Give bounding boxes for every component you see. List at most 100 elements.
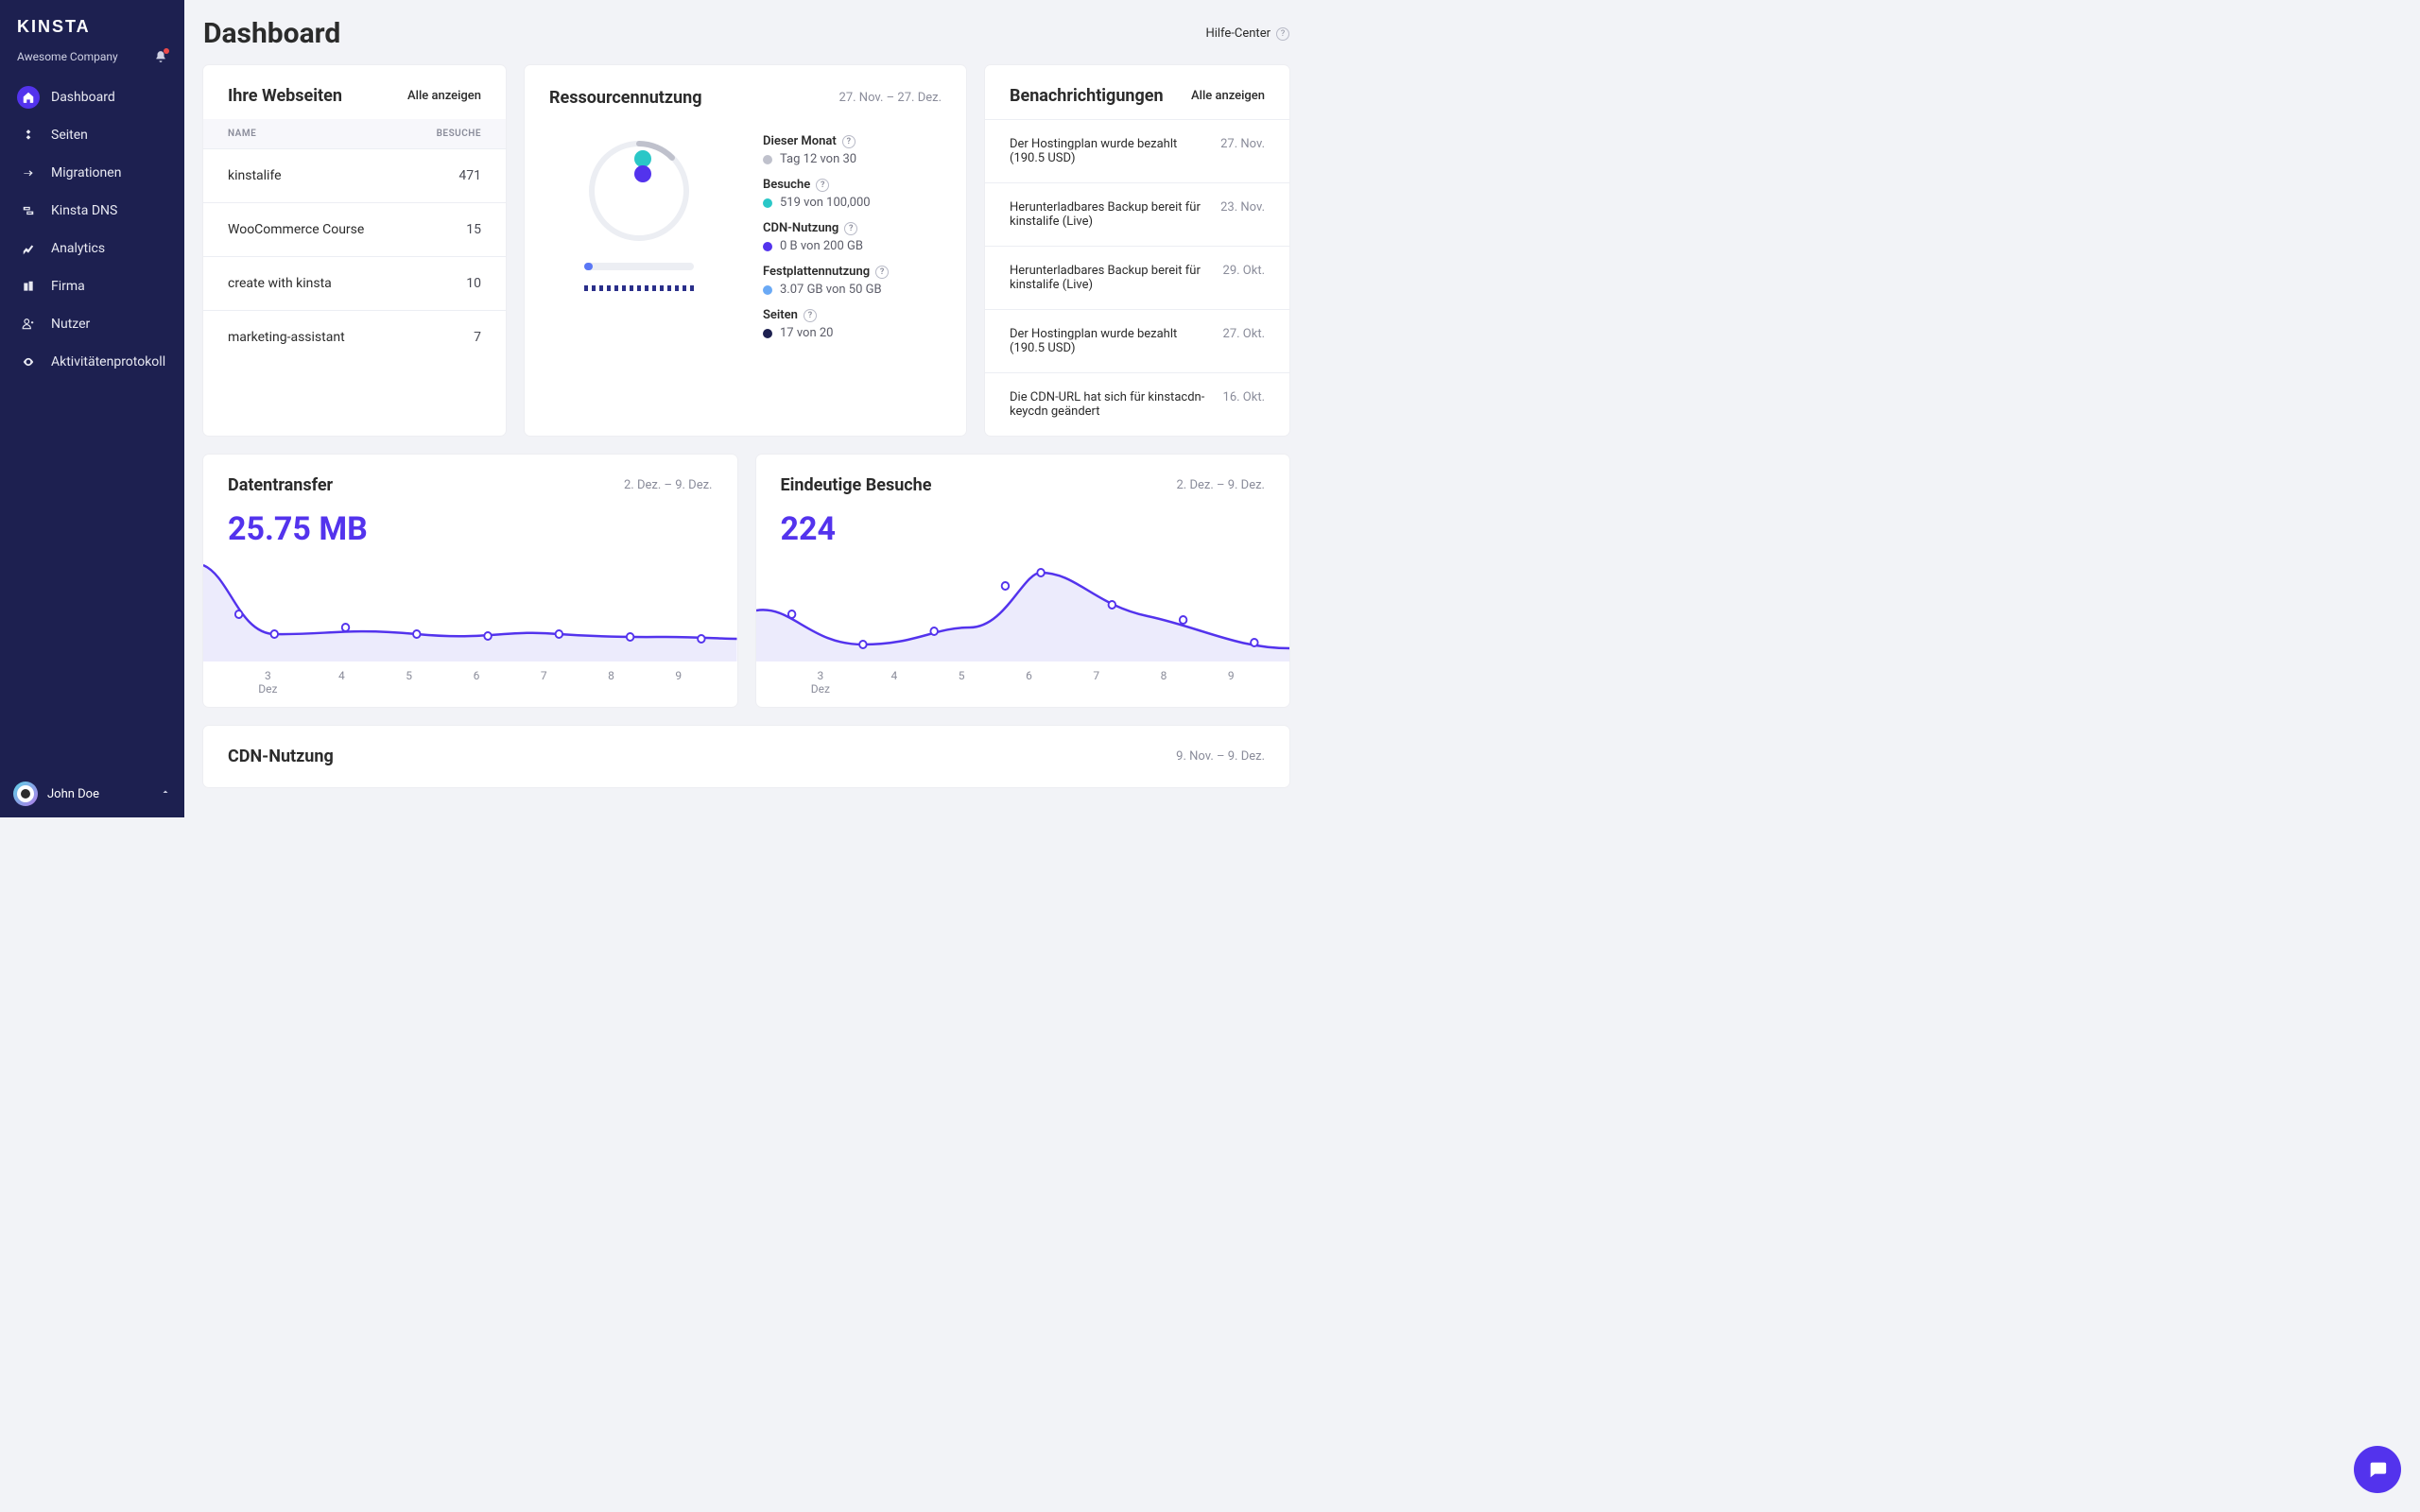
nav-label: Dashboard bbox=[51, 90, 115, 105]
table-row[interactable]: WooCommerce Course 15 bbox=[203, 202, 506, 256]
notif-text: Der Hostingplan wurde bezahlt (190.5 USD… bbox=[1010, 137, 1205, 165]
res-value: Tag 12 von 30 bbox=[780, 152, 856, 166]
nav-label: Nutzer bbox=[51, 317, 90, 332]
company-icon bbox=[17, 275, 40, 298]
site-visits: 10 bbox=[466, 276, 481, 291]
nav-seiten[interactable]: Seiten bbox=[8, 116, 177, 154]
res-label: Besuche bbox=[763, 178, 810, 192]
notification-dot bbox=[164, 48, 169, 54]
nav-firma[interactable]: Firma bbox=[8, 267, 177, 305]
cdn-range: 9. Nov. – 9. Dez. bbox=[1176, 749, 1265, 764]
transfer-xaxis: 3Dez 4 5 6 7 8 9 bbox=[228, 662, 713, 696]
avatar bbox=[13, 782, 38, 806]
question-icon[interactable]: ? bbox=[804, 309, 817, 322]
resources-range: 27. Nov. – 27. Dez. bbox=[839, 91, 942, 105]
site-visits: 7 bbox=[474, 330, 481, 345]
analytics-icon bbox=[17, 237, 40, 260]
site-name: create with kinsta bbox=[228, 276, 332, 291]
page-title: Dashboard bbox=[203, 17, 340, 50]
res-label: Seiten bbox=[763, 308, 798, 322]
transfer-value: 25.75 MB bbox=[228, 510, 713, 548]
nav-aktivitaet[interactable]: Aktivitätenprotokoll bbox=[8, 343, 177, 381]
question-icon[interactable]: ? bbox=[816, 179, 829, 192]
home-icon bbox=[17, 86, 40, 109]
nav-migrationen[interactable]: Migrationen bbox=[8, 154, 177, 192]
notif-date: 23. Nov. bbox=[1220, 200, 1265, 229]
swatch bbox=[763, 329, 772, 338]
company-name[interactable]: Awesome Company bbox=[17, 50, 118, 63]
notification-item[interactable]: Herunterladbares Backup bereit für kinst… bbox=[985, 182, 1289, 246]
notif-date: 27. Okt. bbox=[1223, 327, 1265, 355]
unique-value: 224 bbox=[781, 510, 1266, 548]
resources-card: Ressourcennutzung 27. Nov. – 27. Dez. bbox=[525, 65, 966, 436]
nav: Dashboard Seiten Migrationen Kinsta DNS … bbox=[0, 78, 184, 381]
sites-icon bbox=[17, 124, 40, 146]
unique-sparkline bbox=[756, 548, 1290, 662]
users-icon bbox=[17, 313, 40, 335]
notifications-card: Benachrichtigungen Alle anzeigen Der Hos… bbox=[985, 65, 1289, 436]
notification-item[interactable]: Der Hostingplan wurde bezahlt (190.5 USD… bbox=[985, 119, 1289, 182]
res-value: 17 von 20 bbox=[780, 326, 833, 340]
site-visits: 15 bbox=[466, 222, 481, 237]
cdn-title: CDN-Nutzung bbox=[228, 747, 334, 766]
chat-launcher[interactable] bbox=[2354, 1446, 2401, 1493]
nav-label: Analytics bbox=[51, 241, 105, 256]
user-name: John Doe bbox=[47, 787, 99, 801]
question-icon[interactable]: ? bbox=[844, 222, 857, 235]
notification-item[interactable]: Die CDN-URL hat sich für kinstacdn-keycd… bbox=[985, 372, 1289, 436]
notification-item[interactable]: Herunterladbares Backup bereit für kinst… bbox=[985, 246, 1289, 309]
nav-label: Aktivitätenprotokoll bbox=[51, 354, 165, 369]
unique-xaxis: 3Dez 4 5 6 7 8 9 bbox=[781, 662, 1266, 696]
notification-item[interactable]: Der Hostingplan wurde bezahlt (190.5 USD… bbox=[985, 309, 1289, 372]
migrations-icon bbox=[17, 162, 40, 184]
unique-range: 2. Dez. – 9. Dez. bbox=[1176, 478, 1265, 492]
nav-dashboard[interactable]: Dashboard bbox=[8, 78, 177, 116]
transfer-range: 2. Dez. – 9. Dez. bbox=[624, 478, 713, 492]
notif-text: Herunterladbares Backup bereit für kinst… bbox=[1010, 200, 1205, 229]
dns-icon bbox=[17, 199, 40, 222]
disk-bar bbox=[584, 263, 694, 270]
notif-date: 27. Nov. bbox=[1220, 137, 1265, 165]
activity-icon bbox=[17, 351, 40, 373]
sites-show-all[interactable]: Alle anzeigen bbox=[407, 89, 481, 103]
notif-text: Die CDN-URL hat sich für kinstacdn-keycd… bbox=[1010, 390, 1208, 419]
transfer-card: Datentransfer 2. Dez. – 9. Dez. 25.75 MB… bbox=[203, 455, 737, 707]
res-value: 0 B von 200 GB bbox=[780, 239, 863, 253]
question-icon[interactable]: ? bbox=[875, 266, 889, 279]
swatch bbox=[763, 242, 772, 251]
nav-label: Seiten bbox=[51, 128, 88, 143]
notifications-show-all[interactable]: Alle anzeigen bbox=[1191, 89, 1265, 103]
sidebar: KINSTA Awesome Company Dashboard Seiten … bbox=[0, 0, 184, 817]
table-row[interactable]: create with kinsta 10 bbox=[203, 256, 506, 310]
notif-text: Herunterladbares Backup bereit für kinst… bbox=[1010, 264, 1208, 292]
chat-icon bbox=[2367, 1459, 2388, 1480]
brand-text: KINSTA bbox=[17, 17, 91, 36]
res-label: Festplattennutzung bbox=[763, 265, 870, 279]
sites-card: Ihre Webseiten Alle anzeigen NAME BESUCH… bbox=[203, 65, 506, 436]
notifications-title: Benachrichtigungen bbox=[1010, 86, 1164, 106]
help-center-label: Hilfe-Center bbox=[1205, 26, 1270, 41]
question-icon[interactable]: ? bbox=[842, 135, 856, 148]
user-menu[interactable]: John Doe bbox=[0, 770, 184, 817]
notifications-bell-icon[interactable] bbox=[154, 50, 167, 63]
swatch bbox=[763, 198, 772, 208]
brand-logo: KINSTA bbox=[0, 0, 184, 44]
nav-analytics[interactable]: Analytics bbox=[8, 230, 177, 267]
res-value: 519 von 100,000 bbox=[780, 196, 871, 210]
chevron-up-icon bbox=[160, 786, 171, 801]
res-label: Dieser Monat bbox=[763, 134, 837, 148]
sites-title: Ihre Webseiten bbox=[228, 86, 342, 106]
notif-date: 29. Okt. bbox=[1223, 264, 1265, 292]
res-label: CDN-Nutzung bbox=[763, 221, 838, 235]
help-center-link[interactable]: Hilfe-Center ? bbox=[1205, 26, 1289, 41]
swatch bbox=[763, 155, 772, 164]
table-row[interactable]: kinstalife471 bbox=[203, 148, 506, 202]
col-name: NAME bbox=[228, 129, 256, 139]
site-name: WooCommerce Course bbox=[228, 222, 364, 237]
site-name: kinstalife bbox=[228, 168, 282, 183]
nav-dns[interactable]: Kinsta DNS bbox=[8, 192, 177, 230]
table-row[interactable]: marketing-assistant7 bbox=[203, 310, 506, 364]
nav-nutzer[interactable]: Nutzer bbox=[8, 305, 177, 343]
cdn-card: CDN-Nutzung 9. Nov. – 9. Dez. bbox=[203, 726, 1289, 787]
nav-label: Kinsta DNS bbox=[51, 203, 117, 218]
